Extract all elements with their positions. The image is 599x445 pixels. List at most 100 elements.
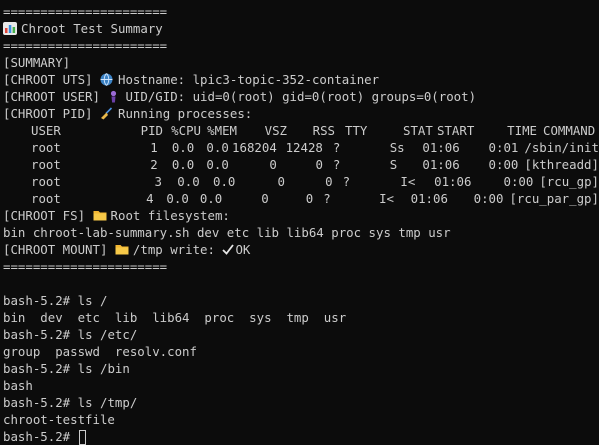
prompt: bash-5.2#: [3, 429, 78, 444]
mount-text: /tmp write:: [132, 242, 223, 257]
ps-cell: 168204: [232, 140, 277, 155]
bar-chart-icon: [3, 22, 17, 35]
fs-tag: [CHROOT FS]: [3, 208, 93, 223]
ps-cell: 0: [315, 157, 323, 172]
pid-text: Running processes:: [117, 106, 253, 121]
ps-row: root 4 0.0 0.0 0 0? I< 01:06 0:00 [rcu_par_gp]: [3, 190, 599, 207]
ps-cell: 01:06: [434, 174, 472, 189]
shell-line: bash-5.2# ls /etc/: [3, 326, 599, 343]
ps-cell: 0: [269, 157, 277, 172]
command: ls /bin: [77, 361, 130, 376]
ps-cell: I<: [379, 191, 394, 206]
checkmark-icon: [222, 243, 235, 256]
ps-header-stat: STAT: [403, 123, 433, 138]
ps-row: root 1 0.0 0.0 168204 12428? Ss 01:06 0:01/sbin/…: [3, 139, 599, 156]
ps-cell: 0:00: [488, 157, 519, 172]
ps-cell: 0.0: [206, 140, 229, 155]
ps-header-cpu: %CPU: [171, 123, 201, 138]
ps-cell: ?: [323, 191, 331, 206]
ps-cell: 1: [150, 140, 158, 155]
ps-header-rss: RSS: [312, 123, 335, 138]
mount-status: OK: [235, 242, 251, 257]
fs-listing: bin chroot-lab-summary.sh dev etc lib li…: [3, 225, 451, 240]
separator: ======================: [3, 38, 168, 53]
command: ls /etc/: [77, 327, 138, 342]
ps-cell: 0.0: [171, 157, 195, 172]
ps-header-vsz: VSZ: [264, 123, 287, 138]
ps-cell: /sbin/init: [524, 140, 599, 155]
ps-cell: 12428: [285, 140, 323, 155]
ps-row: root 2 0.0 0.0 0 0? S 01:06 0:00 [kthreadd]: [3, 156, 599, 173]
fs-line: [CHROOT FS] Root filesystem:: [3, 207, 599, 224]
ps-cell: root: [31, 191, 61, 206]
ps-header-command: COMMAND: [543, 123, 596, 138]
ps-cell: 01:06: [422, 140, 460, 155]
shell-output: group passwd resolv.conf: [3, 344, 197, 359]
folder-icon: [115, 243, 129, 256]
ps-cell: 0:00: [503, 174, 534, 189]
prompt: bash-5.2#: [3, 361, 78, 376]
shell-output: chroot-testfile: [3, 412, 115, 427]
separator: ======================: [3, 4, 168, 19]
shell-output: bin dev etc lib lib64 proc sys tmp usr: [3, 310, 347, 325]
uts-tag: [CHROOT UTS]: [3, 72, 100, 87]
terminal[interactable]: ====================== Chroot Test Summa…: [0, 0, 599, 445]
ps-header-time: TIME: [507, 123, 537, 138]
ps-cell: 3: [154, 174, 162, 189]
person-icon: [107, 90, 121, 103]
user-text: UID/GID: uid=0(root) gid=0(root) groups=…: [125, 89, 477, 104]
uts-line: [CHROOT UTS] Hostname: lpic3-topic-352-c…: [3, 71, 599, 88]
ps-cell: 01:06: [422, 157, 460, 172]
ps-cell: ?: [332, 157, 341, 172]
ps-cell: ?: [332, 140, 341, 155]
ps-cell: root: [31, 140, 61, 155]
command: ls /: [77, 293, 108, 308]
summary-title-line: Chroot Test Summary: [3, 20, 599, 37]
ps-cell: root: [31, 157, 61, 172]
ps-cell: 01:06: [410, 191, 448, 206]
prompt: bash-5.2#: [3, 327, 78, 342]
uts-text: Hostname: lpic3-topic-352-container: [117, 72, 380, 87]
ps-cell: 2: [150, 157, 158, 172]
ps-cell: [rcu_par_gp]: [509, 191, 599, 206]
user-line: [CHROOT USER] UID/GID: uid=0(root) gid=0…: [3, 88, 599, 105]
ps-header-mem: %MEM: [207, 123, 237, 138]
ps-cell: [rcu_gp]: [539, 174, 599, 189]
prompt: bash-5.2#: [3, 293, 78, 308]
ps-header-start: START: [437, 123, 475, 138]
globe-icon: [100, 73, 114, 86]
ps-cell: Ss: [389, 140, 405, 155]
ps-cell: 0: [261, 191, 269, 206]
ps-cell: root: [31, 174, 61, 189]
ps-cell: 0:01: [488, 140, 519, 155]
folder-icon: [93, 209, 107, 222]
user-tag: [CHROOT USER]: [3, 89, 108, 104]
ps-cell: 0.0: [166, 191, 189, 206]
ps-cell: 0: [325, 174, 333, 189]
shell-line: bash-5.2# ls /bin: [3, 360, 599, 377]
ps-row: root 3 0.0 0.0 0 0? I< 01:06 0:00 [rcu_gp]: [3, 173, 599, 190]
command: ls /tmp/: [77, 395, 138, 410]
ps-cell: 0.0: [171, 140, 195, 155]
ps-cell: 0:00: [473, 191, 504, 206]
ps-cell: 0: [305, 191, 314, 206]
shell-line: bash-5.2# ls /tmp/: [3, 394, 599, 411]
shell-line: bash-5.2# ls /: [3, 292, 599, 309]
separator: ======================: [3, 259, 168, 274]
summary-label: [SUMMARY]: [3, 55, 71, 70]
ps-cell: 0.0: [213, 174, 236, 189]
ps-cell: S: [389, 157, 398, 172]
pid-tag: [CHROOT PID]: [3, 106, 100, 121]
summary-title: Chroot Test Summary: [21, 21, 163, 36]
active-prompt-line[interactable]: bash-5.2#: [3, 428, 599, 445]
ps-cell: 4: [146, 191, 154, 206]
ps-cell: ?: [342, 174, 351, 189]
ps-cell: [kthreadd]: [524, 157, 599, 172]
ps-cell: 0: [277, 174, 285, 189]
ps-cell: 0.0: [177, 174, 200, 189]
ps-cell: 0.0: [199, 191, 223, 206]
mount-tag: [CHROOT MOUNT]: [3, 242, 115, 257]
prompt: bash-5.2#: [3, 395, 78, 410]
ps-header-user: USER: [31, 123, 61, 138]
